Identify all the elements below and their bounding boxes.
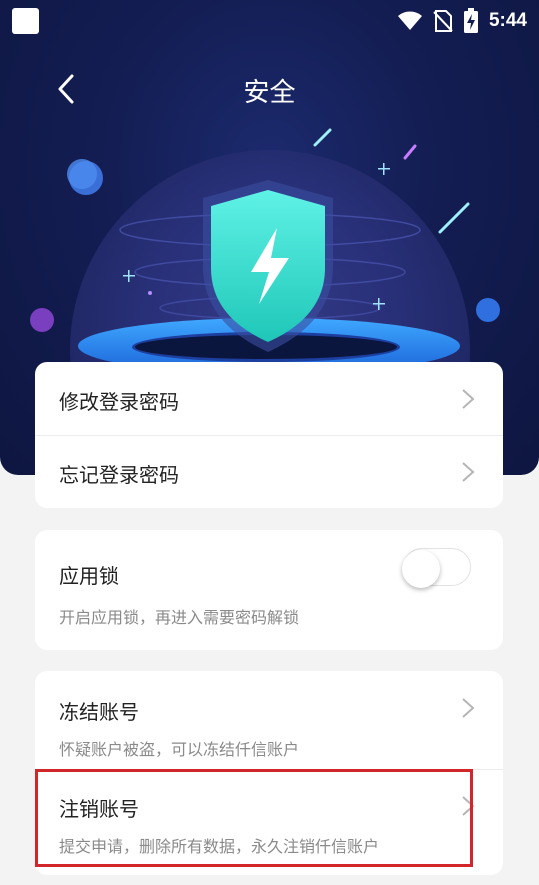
app-lock-description: 开启应用锁，再进入需要密码解锁	[59, 608, 300, 627]
forgot-password-item[interactable]: 忘记登录密码	[35, 435, 503, 508]
chevron-right-icon	[462, 698, 475, 718]
notification-icon	[12, 8, 39, 34]
change-password-item[interactable]: 修改登录密码	[35, 362, 503, 435]
freeze-account-title: 冻结账号	[59, 700, 139, 724]
page-title: 安全	[243, 78, 296, 108]
app-lock-title: 应用锁	[59, 564, 119, 588]
status-time: 5:44	[488, 10, 527, 31]
change-password-label: 修改登录密码	[59, 390, 179, 414]
forgot-password-label: 忘记登录密码	[59, 463, 179, 487]
shield-icon	[203, 180, 333, 352]
no-sim-icon	[433, 10, 453, 32]
wifi-icon	[397, 11, 422, 30]
app-lock-toggle[interactable]	[402, 548, 471, 588]
chevron-right-icon	[462, 462, 475, 482]
battery-icon	[463, 8, 478, 33]
chevron-right-icon	[462, 389, 475, 409]
highlight-box	[35, 769, 473, 867]
toggle-knob	[402, 550, 440, 588]
app-lock-card: 应用锁 开启应用锁，再进入需要密码解锁	[35, 530, 503, 650]
status-bar: 5:44	[0, 0, 539, 42]
freeze-account-description: 怀疑账户被盗，可以冻结仟信账户	[59, 740, 300, 759]
freeze-account-item[interactable]: 冻结账号 怀疑账户被盗，可以冻结仟信账户	[35, 671, 503, 769]
password-card: 修改登录密码 忘记登录密码	[35, 362, 503, 508]
